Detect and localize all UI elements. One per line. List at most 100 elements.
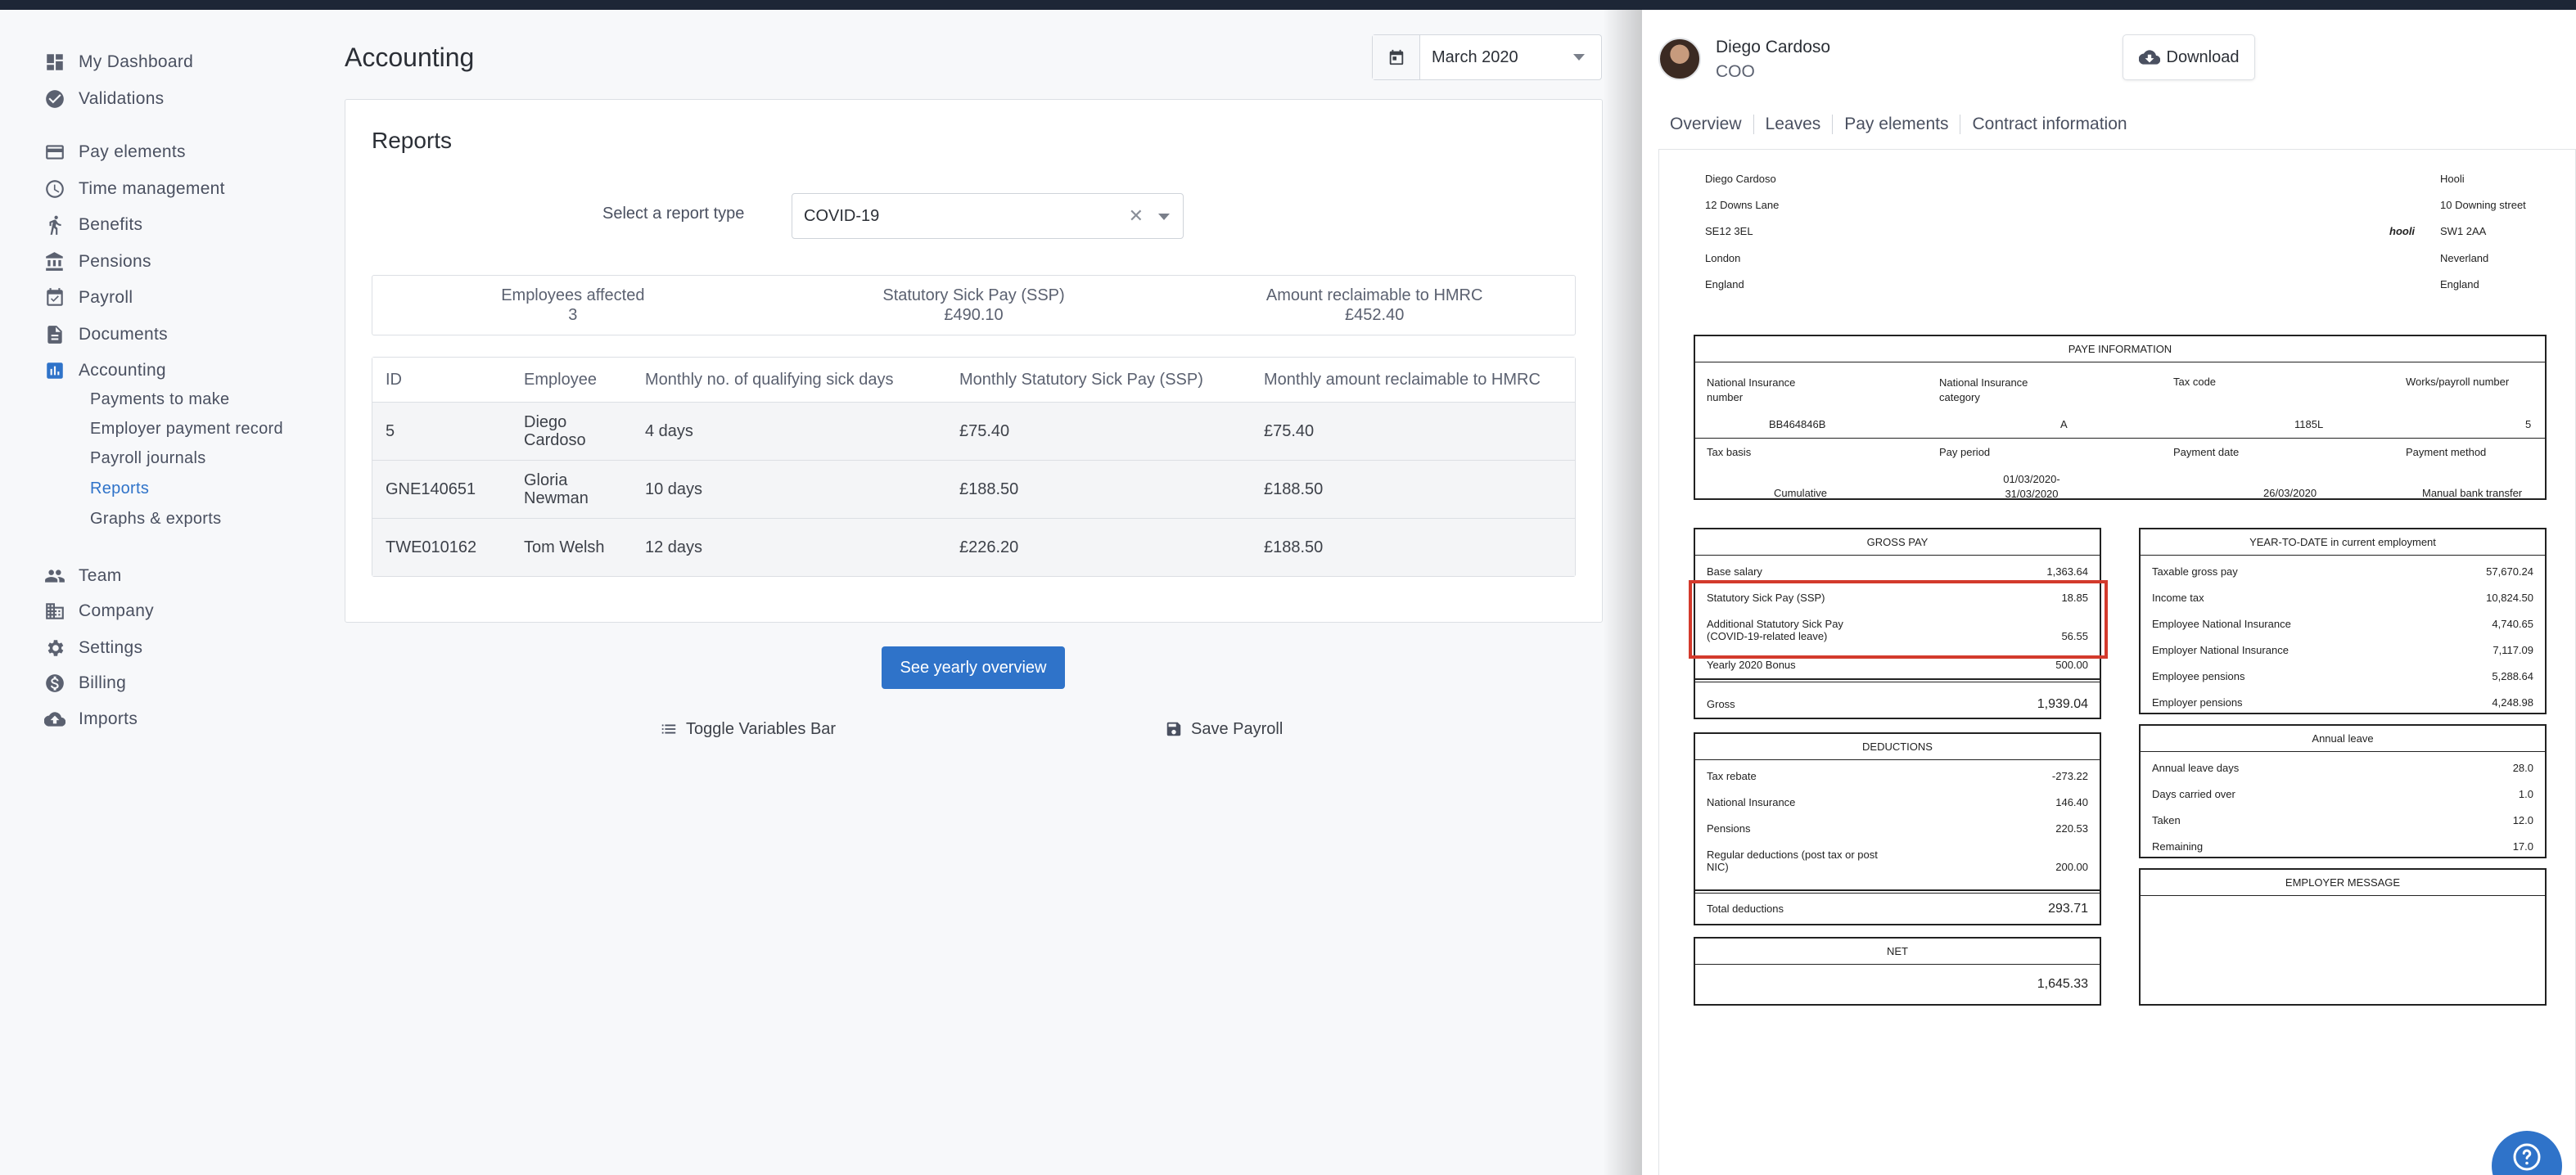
- annual-leave-box: Annual leave Annual leave days 28.0 Days …: [2139, 724, 2547, 858]
- row-label: Gross: [1707, 698, 1735, 710]
- sidebar-subitem-payments-to-make[interactable]: Payments to make: [90, 385, 229, 413]
- payslip-employee-address: London: [1705, 252, 1741, 264]
- payslip-employer-address: 10 Downing street: [2440, 199, 2526, 211]
- leave-row: Annual leave days 28.0: [2152, 762, 2533, 774]
- row-label: Pensions: [1707, 822, 1751, 835]
- highlight-box: [1689, 580, 2108, 659]
- sidebar-item-benefits[interactable]: Benefits: [44, 209, 142, 241]
- tab-overview[interactable]: Overview: [1670, 115, 1754, 134]
- employer-message-box: EMPLOYER MESSAGE: [2139, 868, 2547, 1006]
- dashboard-icon: [44, 52, 65, 73]
- row-amount: 1.0: [2518, 788, 2533, 800]
- divider: [1695, 893, 2100, 894]
- download-button[interactable]: Download: [2123, 34, 2255, 80]
- ytd-row: Taxable gross pay 57,670.24: [2152, 565, 2533, 578]
- report-type-select[interactable]: COVID-19 ✕: [792, 193, 1184, 239]
- row-amount: 4,740.65: [2492, 618, 2533, 630]
- toggle-variables-bar-button[interactable]: Toggle Variables Bar: [660, 717, 836, 741]
- row-label: Remaining: [2152, 840, 2204, 853]
- deduction-row: National Insurance 146.40: [1707, 796, 2088, 808]
- credit-card-icon: [44, 142, 65, 163]
- deduction-row: Regular deductions (post tax or post NIC…: [1707, 849, 2088, 873]
- summary-value: 3: [568, 306, 578, 324]
- sidebar-item-settings[interactable]: Settings: [44, 632, 142, 664]
- summary-value: £452.40: [1345, 306, 1405, 324]
- ytd-row: Employee National Insurance 4,740.65: [2152, 618, 2533, 630]
- table-cell: £75.40: [959, 422, 1010, 440]
- sidebar-item-pensions[interactable]: Pensions: [44, 245, 151, 278]
- employee-role: COO: [1716, 62, 1755, 81]
- row-amount: 28.0: [2512, 762, 2533, 774]
- row-label: National Insurance: [1707, 796, 1796, 808]
- page-title: Accounting: [345, 43, 475, 72]
- calendar-icon[interactable]: [1373, 35, 1420, 79]
- report-table: ID Employee Monthly no. of qualifying si…: [372, 357, 1576, 577]
- sidebar-item-validations[interactable]: Validations: [44, 83, 164, 115]
- save-payroll-button[interactable]: Save Payroll: [1165, 717, 1283, 741]
- gross-row: Base salary 1,363.64: [1707, 565, 2088, 578]
- month-picker[interactable]: March 2020: [1372, 34, 1602, 80]
- sidebar-item-time-management[interactable]: Time management: [44, 173, 225, 205]
- see-yearly-overview-button[interactable]: See yearly overview: [882, 646, 1065, 689]
- sidebar-item-my-dashboard[interactable]: My Dashboard: [44, 46, 193, 79]
- row-amount: 146.40: [2055, 796, 2088, 808]
- column-header: ID: [386, 371, 402, 389]
- save-icon: [1166, 722, 1181, 736]
- column-header: Employee: [524, 371, 597, 389]
- row-label: Annual leave days: [2152, 762, 2240, 774]
- deduction-row: Tax rebate -273.22: [1707, 770, 2088, 782]
- employee-panel: Diego Cardoso COO Download Overview Leav…: [1642, 10, 2576, 1175]
- row-label: Base salary: [1707, 565, 1762, 578]
- sidebar-item-billing[interactable]: Billing: [44, 667, 126, 700]
- sidebar-subitem-employer-payment-record[interactable]: Employer payment record: [90, 415, 283, 443]
- row-amount: 4,248.98: [2492, 696, 2533, 709]
- gross-total-row: Gross 1,939.04: [1707, 697, 2088, 711]
- payslip-employer-name: Hooli: [2440, 173, 2465, 185]
- sidebar-item-accounting[interactable]: Accounting: [44, 354, 166, 387]
- table-row[interactable]: GNE140651 Gloria Newman 10 days £188.50 …: [372, 460, 1575, 518]
- sidebar-item-team[interactable]: Team: [44, 560, 122, 592]
- row-amount: 293.71: [2048, 902, 2088, 916]
- sidebar-item-payroll[interactable]: Payroll: [44, 281, 133, 314]
- sidebar-subitem-reports[interactable]: Reports: [90, 475, 149, 502]
- net-box: NET 1,645.33: [1694, 937, 2101, 1006]
- sidebar-subitem-payroll-journals[interactable]: Payroll journals: [90, 444, 206, 472]
- sidebar-item-label: Pensions: [79, 252, 151, 271]
- sidebar-item-label: Pay elements: [79, 142, 186, 161]
- payslip-employee-address: SE12 3EL: [1705, 225, 1753, 237]
- tab-leaves[interactable]: Leaves: [1766, 115, 1834, 134]
- sidebar-subitem-graphs-exports[interactable]: Graphs & exports: [90, 505, 221, 533]
- chevron-down-icon[interactable]: [1158, 214, 1170, 220]
- year-to-date-box: YEAR-TO-DATE in current employment Taxab…: [2139, 528, 2547, 714]
- document-icon: [44, 324, 65, 345]
- report-type-value: COVID-19: [804, 206, 880, 225]
- reports-card: Reports Select a report type COVID-19 ✕ …: [345, 99, 1603, 623]
- tab-contract-information[interactable]: Contract information: [1972, 115, 2138, 134]
- table-cell: £75.40: [1264, 422, 1315, 440]
- paye-value: 26/03/2020: [2263, 487, 2317, 499]
- summary-label: Statutory Sick Pay (SSP): [882, 286, 1065, 304]
- row-label: Employee National Insurance: [2152, 618, 2291, 630]
- tab-pay-elements[interactable]: Pay elements: [1844, 115, 1961, 134]
- sidebar-item-company[interactable]: Company: [44, 595, 154, 628]
- table-cell: 4 days: [645, 422, 693, 440]
- bar-chart-icon: [44, 360, 65, 381]
- sidebar-item-imports[interactable]: Imports: [44, 703, 138, 736]
- table-row[interactable]: TWE010162 Tom Welsh 12 days £226.20 £188…: [372, 518, 1575, 576]
- row-amount: 12.0: [2512, 814, 2533, 826]
- sidebar-item-label: Team: [79, 566, 122, 585]
- row-amount: 220.53: [2055, 822, 2088, 835]
- ytd-row: Employee pensions 5,288.64: [2152, 670, 2533, 682]
- cloud-upload-icon: [44, 709, 65, 730]
- sidebar-item-pay-elements[interactable]: Pay elements: [44, 136, 186, 169]
- clock-icon: [44, 178, 65, 200]
- table-row[interactable]: 5 Diego Cardoso 4 days £75.40 £75.40: [372, 402, 1575, 460]
- deductions-total-row: Total deductions 293.71: [1707, 902, 2088, 916]
- summary-label: Employees affected: [501, 286, 645, 304]
- row-amount: 5,288.64: [2492, 670, 2533, 682]
- net-row: 1,645.33: [1707, 978, 2088, 991]
- row-amount: 1,939.04: [2037, 697, 2088, 711]
- clear-icon[interactable]: ✕: [1129, 205, 1144, 227]
- payslip-employee-name: Diego Cardoso: [1705, 173, 1776, 185]
- sidebar-item-documents[interactable]: Documents: [44, 318, 168, 351]
